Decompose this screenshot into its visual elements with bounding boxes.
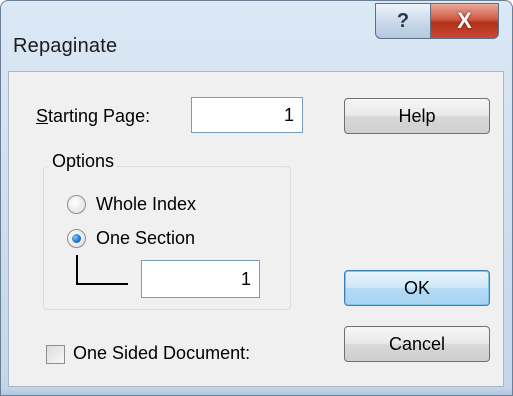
cancel-button[interactable]: Cancel: [344, 326, 490, 362]
close-icon: X: [457, 8, 472, 33]
one-sided-label: One Sided Document:: [73, 343, 251, 363]
window-bottom-border: [1, 387, 512, 395]
title-bar[interactable]: Repaginate ? X: [1, 1, 512, 71]
one-sided-checkbox[interactable]: [46, 345, 65, 364]
starting-page-input[interactable]: 1: [191, 97, 303, 133]
caption-close-button[interactable]: X: [430, 3, 499, 39]
starting-page-accelerator: S: [36, 106, 49, 126]
whole-index-label: Whole Index: [96, 194, 197, 214]
section-connector-line-horizontal: [76, 283, 128, 285]
one-section-label: One Section: [96, 228, 196, 248]
dialog-title: Repaginate: [13, 35, 118, 57]
whole-index-radio[interactable]: [67, 195, 86, 214]
section-connector-line: [76, 255, 78, 285]
one-section-radio[interactable]: [67, 229, 86, 248]
help-button[interactable]: Help: [344, 98, 490, 134]
radio-selected-dot: [72, 234, 81, 243]
dialog-client-area: Starting Page: 1 Help Options Whole Inde…: [8, 71, 504, 387]
starting-page-label: Starting Page:: [36, 106, 150, 127]
starting-page-label-text: tarting Page:: [48, 106, 151, 126]
question-mark-icon: ?: [396, 9, 410, 32]
dialog-window: Repaginate ? X Starting Page: 1 Help Opt…: [0, 0, 513, 396]
ok-button[interactable]: OK: [344, 270, 490, 306]
section-number-input[interactable]: 1: [141, 260, 260, 298]
options-legend: Options: [49, 151, 118, 172]
caption-help-button[interactable]: ?: [375, 3, 431, 39]
